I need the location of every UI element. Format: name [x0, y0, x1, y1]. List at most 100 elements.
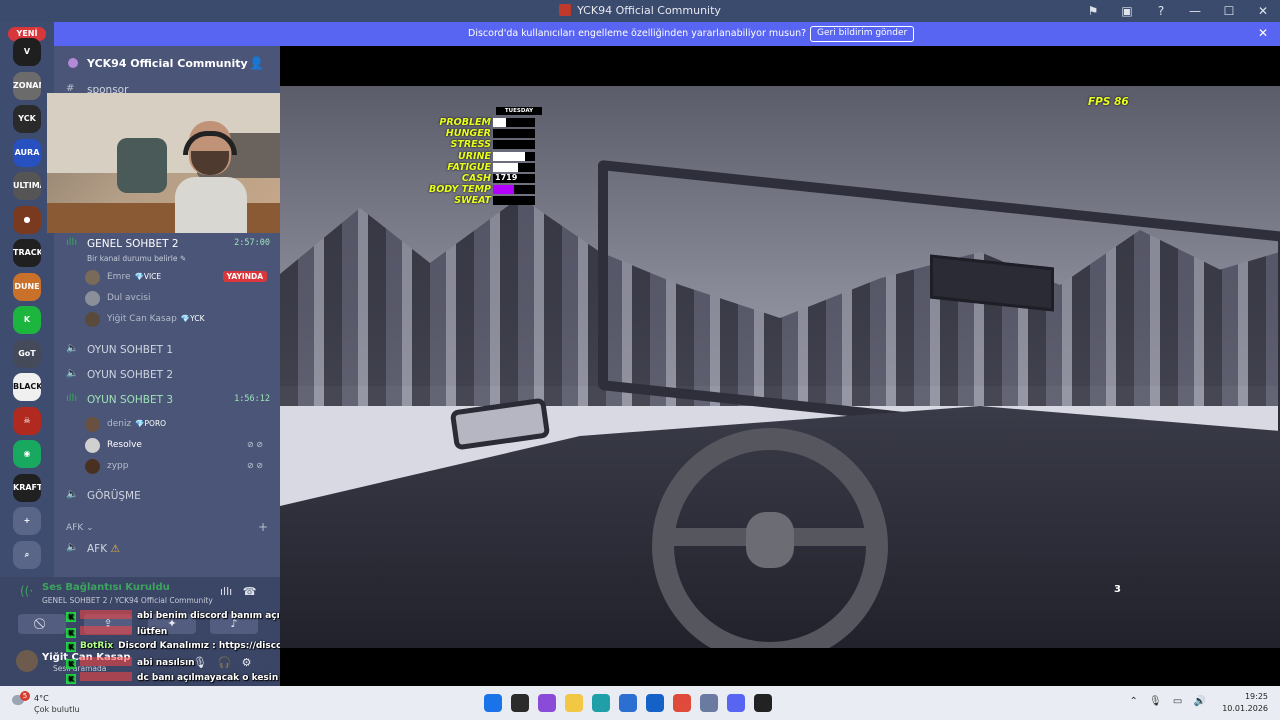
category-afk[interactable]: AFK ⌄	[66, 523, 94, 533]
avatar[interactable]	[16, 650, 38, 672]
outlook-icon[interactable]	[646, 694, 664, 712]
server-icon[interactable]: K	[13, 306, 41, 334]
settings-app-icon[interactable]	[700, 694, 718, 712]
server-icon[interactable]: DUNE	[13, 272, 41, 301]
guild-icon	[68, 58, 78, 68]
banner-close-icon[interactable]: ✕	[1258, 26, 1268, 40]
voice-member[interactable]: Emre 💎VICE YAYINDA	[85, 269, 275, 287]
close-icon[interactable]: ✕	[1246, 4, 1280, 18]
chat-username	[80, 672, 132, 681]
server-icon[interactable]: ZONAN	[13, 71, 41, 100]
voice-member[interactable]: zypp ⊘ ⊘	[85, 458, 275, 476]
server-icon[interactable]: +	[13, 507, 41, 535]
fps-counter: FPS 86	[1088, 96, 1129, 108]
headphones-icon[interactable]: 🎧	[217, 656, 231, 669]
kick-icon: K	[66, 612, 76, 622]
server-icon[interactable]: ◉	[13, 440, 41, 468]
hud-day: TUESDAY	[496, 107, 542, 115]
hud-stat-body-temp: BODY TEMP	[428, 184, 542, 195]
noise-suppression-icon[interactable]: ıllı	[220, 585, 232, 598]
hud-stat-cash: CASH 1719	[428, 173, 542, 184]
avatar	[85, 291, 100, 306]
window-titlebar: YCK94 Official Community ⚑ ▣ ? — ☐ ✕	[0, 0, 1280, 22]
webcam-overlay	[47, 93, 295, 233]
voice-member[interactable]: Yiğit Can Kasap 💎YCK	[85, 311, 275, 329]
hud-stat-urine: URINE	[428, 151, 542, 162]
task-view-icon[interactable]	[511, 694, 529, 712]
add-channel-icon[interactable]: +	[258, 520, 268, 534]
copilot-icon[interactable]	[538, 694, 556, 712]
speaker-icon: 🔈	[66, 489, 79, 500]
volume-icon[interactable]: 🔊	[1194, 696, 1206, 707]
screen-icon[interactable]: ▣	[1110, 4, 1144, 18]
server-icon[interactable]: ☠	[13, 406, 41, 435]
chat-message: Klütfen	[66, 625, 167, 638]
chat-text: abi nasılsın	[137, 657, 195, 668]
invite-icon[interactable]: 👤	[249, 56, 264, 70]
channel-genel-sohbet-2[interactable]: ıllı GENEL SOHBET 2 2:57:00	[66, 236, 272, 254]
windows-start-icon[interactable]	[484, 694, 502, 712]
signal-icon: ((·	[20, 584, 34, 598]
channel-oyun-sohbet-1[interactable]: 🔈 OYUN SOHBET 1	[66, 342, 272, 360]
edge-icon[interactable]	[592, 694, 610, 712]
game-view[interactable]: TUESDAY PROBLEM HUNGER STRESS URINE FATIGUE C…	[280, 46, 1280, 686]
channel-gorusme[interactable]: 🔈 GÖRÜŞME	[66, 488, 272, 506]
clock[interactable]: 19:25 10.01.2026	[1222, 691, 1268, 715]
server-icon[interactable]: V	[13, 38, 41, 66]
avatar	[85, 312, 100, 327]
chat-username: BotRix	[80, 641, 114, 651]
app-icon	[559, 4, 572, 16]
server-icon[interactable]: ULTIMATE	[13, 172, 41, 200]
kick-icon: K	[66, 642, 76, 652]
avatar	[85, 438, 100, 453]
maximize-icon[interactable]: ☐	[1212, 4, 1246, 18]
chat-username	[80, 656, 132, 666]
server-icon[interactable]: ●	[13, 205, 41, 234]
server-icon[interactable]: AURA	[13, 138, 41, 167]
server-icon[interactable]: ⌕	[13, 540, 41, 569]
disconnect-icon[interactable]: ☎	[243, 585, 257, 598]
speaker-icon: 🔈	[66, 542, 79, 553]
gear-icon[interactable]: ⚙	[242, 656, 252, 669]
chat-message: Kdc banı açılmayacak o kesin şimdi	[66, 672, 309, 684]
windows-taskbar: 5 4°C Çok bulutlu ⌃ 🎙 ▭ 🔊 19:25 10.01.20…	[0, 686, 1280, 720]
voice-status[interactable]: Ses Bağlantısı Kuruldu	[42, 582, 170, 593]
voice-live-icon: ıllı	[66, 393, 78, 404]
minimize-icon[interactable]: —	[1178, 4, 1212, 18]
microphone-icon[interactable]: 🎙	[193, 656, 207, 669]
server-icon[interactable]: GoT	[13, 339, 41, 368]
server-icon[interactable]: YCK	[13, 105, 41, 133]
server-icon[interactable]: KRAFT	[13, 473, 41, 502]
guild-name[interactable]: YCK94 Official Community ⌄	[87, 57, 261, 70]
channel-oyun-sohbet-3[interactable]: ıllı OYUN SOHBET 3 1:56:12	[66, 392, 272, 410]
voice-member[interactable]: deniz 💎PORO	[85, 416, 275, 434]
camera-off-button[interactable]: ⃠	[18, 614, 66, 634]
voice-member[interactable]: Resolve ⊘ ⊘	[85, 437, 275, 455]
store-icon[interactable]	[619, 694, 637, 712]
voice-location[interactable]: GENEL SOHBET 2 / YCK94 Official Communit…	[42, 596, 213, 605]
hud-stat-sweat: SWEAT	[428, 195, 542, 206]
discord-app-icon[interactable]	[727, 694, 745, 712]
hud-stat-stress: STRESS	[428, 139, 542, 150]
chat-message: Kabi nasılsın	[66, 656, 195, 669]
speaker-icon: 🔈	[66, 368, 79, 379]
channel-oyun-sohbet-2[interactable]: 🔈 OYUN SOHBET 2	[66, 367, 272, 385]
obs-icon[interactable]	[754, 694, 772, 712]
feedback-button[interactable]: Geri bildirim gönder	[810, 26, 915, 42]
channel-afk[interactable]: 🔈 AFK ⚠	[66, 541, 272, 559]
weather-badge: 5	[20, 691, 30, 701]
banner-message: Discord'da kullanıcıları engelleme özell…	[468, 28, 807, 39]
channel-status[interactable]: Bir kanal durumu belirle ✎	[87, 254, 186, 263]
voice-member[interactable]: Dul avcisi	[85, 290, 275, 308]
network-icon[interactable]: ▭	[1173, 696, 1182, 707]
chevron-up-icon[interactable]: ⌃	[1129, 696, 1137, 707]
server-icon[interactable]: BLACKSEA	[13, 373, 41, 401]
help-icon[interactable]: ?	[1144, 4, 1178, 18]
mic-tray-icon[interactable]: 🎙	[1149, 696, 1162, 707]
server-icon[interactable]: TRACK	[13, 239, 41, 267]
weather-widget[interactable]: 5 4°C Çok bulutlu	[10, 691, 90, 716]
chrome-icon[interactable]	[673, 694, 691, 712]
flag-icon[interactable]: ⚑	[1076, 4, 1110, 18]
file-explorer-icon[interactable]	[565, 694, 583, 712]
guild-header[interactable]: YCK94 Official Community ⌄ 👤	[54, 46, 280, 80]
